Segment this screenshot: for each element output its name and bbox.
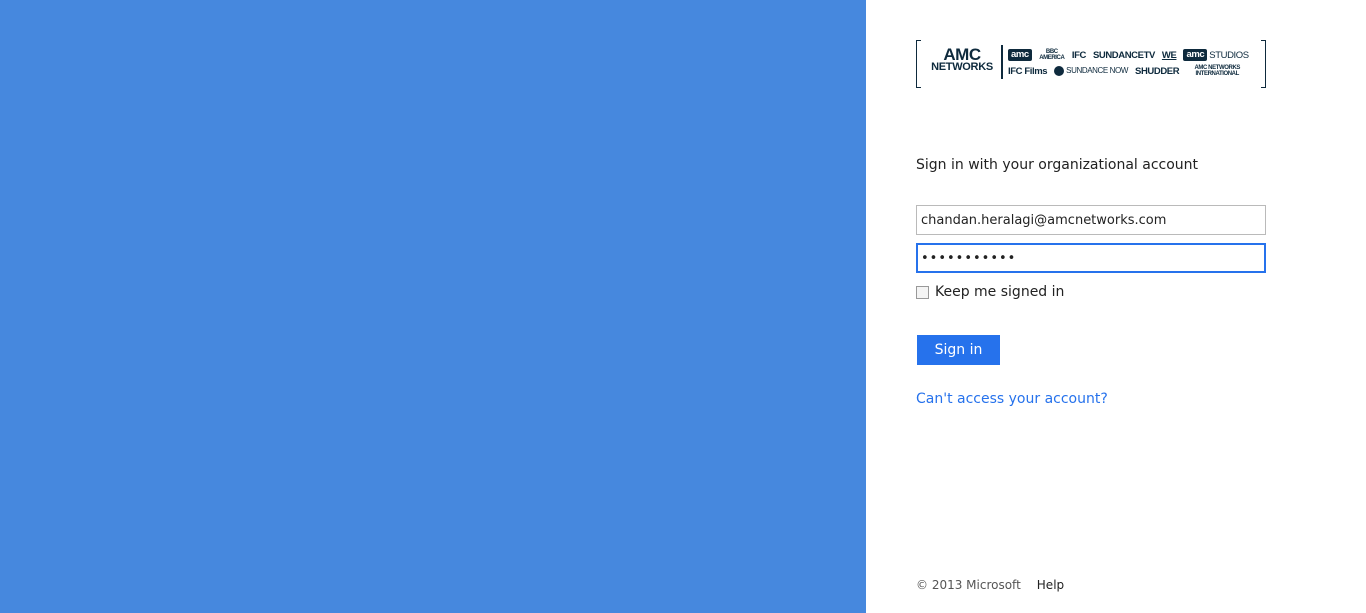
email-field[interactable] xyxy=(916,205,1266,235)
signin-button[interactable]: Sign in xyxy=(917,335,1000,365)
sundance-now-icon xyxy=(1054,66,1065,76)
logo-divider xyxy=(1001,45,1003,79)
signin-heading: Sign in with your organizational account xyxy=(916,157,1199,173)
cant-access-account-link[interactable]: Can't access your account? xyxy=(916,391,1108,407)
brand-amc-networks-international: AMC NETWORKS INTERNATIONAL xyxy=(1194,65,1240,77)
logo-main-line2: NETWORKS xyxy=(931,61,993,73)
keep-signed-in[interactable]: Keep me signed in xyxy=(916,284,1064,300)
keep-signed-in-checkbox[interactable] xyxy=(916,285,929,299)
brand-studios: STUDIOS xyxy=(1209,49,1249,61)
logo-main-line1: AMC xyxy=(943,45,981,64)
illustration-panel xyxy=(0,0,866,613)
brand-we: WE xyxy=(1161,49,1177,61)
logo-main-mark: AMC NETWORKS xyxy=(924,45,1000,74)
copyright: © 2013 Microsoft xyxy=(916,578,1021,592)
logo-bracket-left xyxy=(916,40,921,88)
brand-sundancetv: SUNDANCETV xyxy=(1092,49,1155,61)
brand-amc-studios-mark: amc xyxy=(1183,49,1208,61)
brand-bbc-america: BBC AMERICA xyxy=(1039,49,1065,61)
logo-bracket-right xyxy=(1261,40,1266,88)
footer: © 2013 Microsoft Help xyxy=(916,578,1064,592)
logo-brands-row2: IFC Films SUNDANCE NOW SHUDDER AMC NETWO… xyxy=(1008,64,1248,78)
password-field[interactable] xyxy=(916,243,1266,273)
keep-signed-in-label: Keep me signed in xyxy=(935,284,1065,300)
brand-ifc: IFC xyxy=(1071,49,1087,61)
brand-ifc-films: IFC Films xyxy=(1008,65,1048,77)
brand-sundance-now-label: SUNDANCE NOW xyxy=(1066,66,1129,76)
logo-brands-row1: amc BBC AMERICA IFC SUNDANCETV WE amc ST… xyxy=(1008,48,1249,62)
amc-networks-logo: AMC NETWORKS amc BBC AMERICA IFC SUNDANC… xyxy=(916,40,1266,88)
brand-amc: amc xyxy=(1008,49,1032,61)
signin-panel: AMC NETWORKS amc BBC AMERICA IFC SUNDANC… xyxy=(866,0,1366,613)
brand-shudder: SHUDDER xyxy=(1135,65,1180,77)
brand-sundance-now: SUNDANCE NOW xyxy=(1054,66,1128,76)
help-link[interactable]: Help xyxy=(1037,578,1064,592)
